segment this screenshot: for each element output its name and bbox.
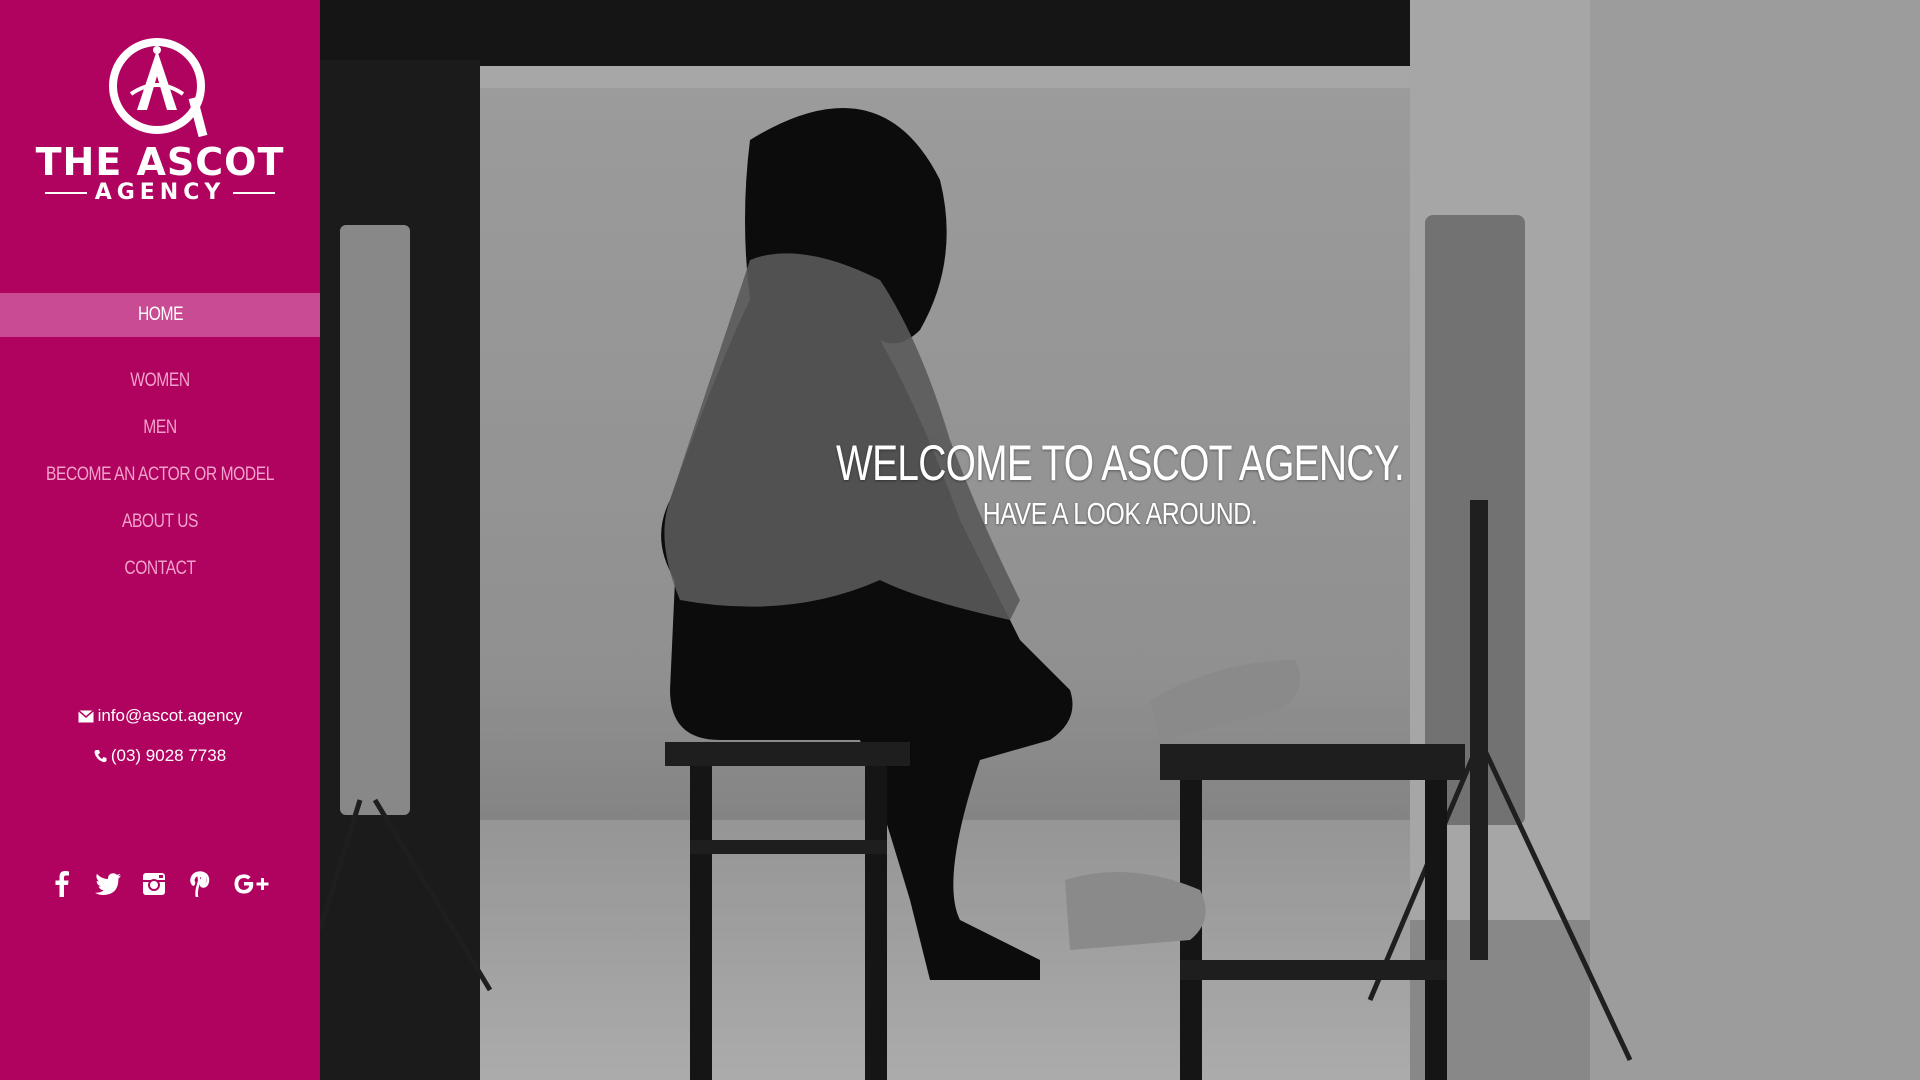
hero-banner: WELCOME TO ASCOT AGENCY. HAVE A LOOK ARO… xyxy=(320,0,1920,1080)
hero-photo xyxy=(320,0,1920,1080)
nav-item-about-us[interactable]: ABOUT US xyxy=(29,498,291,545)
hero-subtitle: HAVE A LOOK AROUND. xyxy=(982,496,1258,531)
main-nav: HOME WOMEN MEN BECOME AN ACTOR OR MODEL … xyxy=(0,293,320,592)
ascot-emblem-icon xyxy=(109,38,208,138)
logo-rule-left xyxy=(44,192,87,194)
nav-item-become-actor-or-model[interactable]: BECOME AN ACTOR OR MODEL xyxy=(29,451,291,498)
twitter-icon[interactable] xyxy=(94,870,122,898)
pinterest-icon[interactable] xyxy=(186,870,214,898)
hero-title: WELCOME TO ASCOT AGENCY. xyxy=(836,435,1405,491)
facebook-icon[interactable] xyxy=(48,870,76,898)
nav-item-contact[interactable]: CONTACT xyxy=(29,545,291,592)
envelope-icon xyxy=(77,709,94,723)
sidebar: THE ASCOT AGENCY HOME WOMEN MEN BECOME A… xyxy=(0,0,320,1080)
phone-link[interactable]: (03) 9028 7738 xyxy=(0,736,320,776)
brand-name: THE ASCOT xyxy=(35,140,285,184)
nav-item-men[interactable]: MEN xyxy=(29,404,291,451)
phone-text: (03) 9028 7738 xyxy=(110,746,227,765)
logo-rule-right xyxy=(233,192,276,194)
social-links xyxy=(0,870,320,898)
nav-item-home[interactable]: HOME xyxy=(0,293,320,337)
email-link[interactable]: info@ascot.agency xyxy=(0,696,320,736)
email-text: info@ascot.agency xyxy=(97,706,243,725)
nav-item-women[interactable]: WOMEN xyxy=(29,357,291,404)
instagram-icon[interactable] xyxy=(140,870,168,898)
nav-label-home: HOME xyxy=(137,304,183,325)
logo[interactable]: THE ASCOT AGENCY xyxy=(0,36,320,216)
brand-subname: AGENCY xyxy=(0,180,320,205)
phone-icon xyxy=(94,750,107,763)
contact-info: info@ascot.agency (03) 9028 7738 xyxy=(0,696,320,776)
google-plus-icon[interactable] xyxy=(232,870,272,898)
brand-subname-text: AGENCY xyxy=(94,180,226,205)
